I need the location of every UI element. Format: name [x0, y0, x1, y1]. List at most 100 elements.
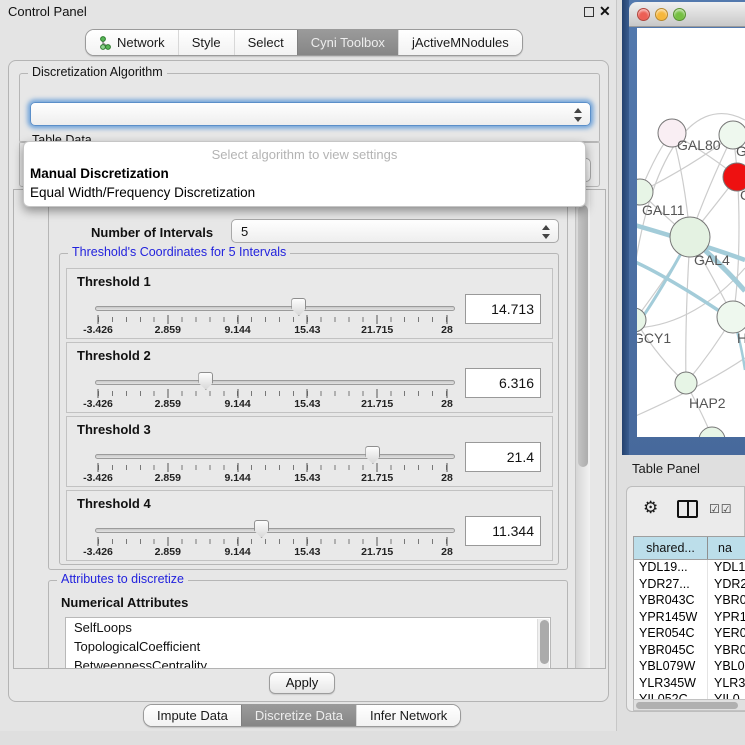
slider-thumb[interactable]: [254, 520, 269, 538]
threshold-label: Threshold 4: [77, 496, 151, 511]
network-edge: [733, 135, 739, 317]
table-horizontal-scrollbar[interactable]: [633, 699, 745, 711]
cell-name: YPR1: [708, 610, 745, 627]
tab-discretize-data[interactable]: Discretize Data: [241, 705, 356, 726]
tab-cyni-toolbox[interactable]: Cyni Toolbox: [297, 30, 398, 55]
settings-scrollbar-thumb[interactable]: [578, 205, 588, 467]
threshold-value-field[interactable]: 6.316: [465, 368, 541, 398]
cell-name: YDR2: [708, 577, 745, 594]
threshold-label: Threshold 3: [77, 422, 151, 437]
tick-label: 9.144: [224, 398, 250, 410]
network-node-label: GAL11: [642, 202, 685, 218]
table-row[interactable]: YBR043CYBR0: [634, 593, 745, 610]
threshold-value-field[interactable]: 11.344: [465, 516, 541, 546]
slider-ticks: [98, 463, 447, 472]
tab-style[interactable]: Style: [178, 30, 234, 55]
network-node[interactable]: [675, 372, 697, 394]
table-hscrollbar-thumb[interactable]: [636, 702, 738, 709]
tab-jactivemnodules[interactable]: jActiveMNodules: [398, 30, 522, 55]
algorithm-option-manual[interactable]: Manual Discretization: [24, 164, 585, 183]
tick-label: 9.144: [224, 472, 250, 484]
number-of-intervals-combobox[interactable]: 5: [231, 219, 559, 243]
cell-shared-name: YDR27...: [634, 577, 708, 594]
slider-track[interactable]: [95, 454, 455, 459]
list-item[interactable]: BetweennessCentrality: [66, 656, 550, 669]
zoom-traffic-light-icon[interactable]: [673, 8, 686, 21]
algorithm-combobox[interactable]: [30, 102, 591, 126]
network-node[interactable]: [670, 217, 710, 257]
float-panel-icon[interactable]: [584, 7, 594, 17]
cell-name: YBL0: [708, 659, 745, 676]
major-tick: [237, 389, 238, 398]
table-row[interactable]: YPR145WYPR1: [634, 610, 745, 627]
interval-definition-group: Interval Definition Number of Intervals …: [48, 198, 568, 570]
major-tick: [447, 463, 448, 472]
minor-ticks: [98, 465, 447, 470]
network-node-label: GCY1: [637, 330, 671, 346]
columns-icon[interactable]: [677, 500, 698, 518]
numerical-attributes-label: Numerical Attributes: [61, 595, 188, 610]
slider-track[interactable]: [95, 380, 455, 385]
cell-name: YBR0: [708, 643, 745, 660]
major-tick: [167, 537, 168, 546]
close-traffic-light-icon[interactable]: [637, 8, 650, 21]
slider-thumb[interactable]: [198, 372, 213, 390]
slider-thumb[interactable]: [291, 298, 306, 316]
threshold-panel: Threshold 4-3.4262.8599.14415.4321.71528…: [66, 490, 553, 561]
table-row[interactable]: YDR27...YDR2: [634, 577, 745, 594]
network-window-edge: [622, 0, 629, 455]
attributes-scrollbar[interactable]: [537, 619, 549, 669]
node-table: shared... na YDL19...YDL1YDR27...YDR2YBR…: [633, 536, 745, 701]
list-item[interactable]: SelfLoops: [66, 618, 550, 637]
major-tick: [307, 389, 308, 398]
slider-thumb[interactable]: [365, 446, 380, 464]
tick-label: -3.426: [83, 398, 113, 410]
table-row[interactable]: YLR345WYLR3: [634, 676, 745, 693]
column-header-shared-name[interactable]: shared...: [634, 537, 708, 559]
tab-infer-network[interactable]: Infer Network: [356, 705, 460, 726]
tick-label: -3.426: [83, 324, 113, 336]
table-body: YDL19...YDL1YDR27...YDR2YBR043CYBR0YPR14…: [634, 560, 745, 700]
numerical-attributes-list[interactable]: SelfLoopsTopologicalCoefficientBetweenne…: [65, 617, 551, 669]
tab-select[interactable]: Select: [234, 30, 297, 55]
network-node-label: GAL4: [694, 252, 730, 268]
slider-track[interactable]: [95, 306, 455, 311]
gear-icon[interactable]: ⚙: [643, 499, 658, 516]
column-header-name[interactable]: na: [708, 537, 745, 559]
control-panel-tabs: NetworkStyle Select Cyni ToolboxjActiveMNo…: [85, 29, 523, 56]
table-row[interactable]: YER054CYER0: [634, 626, 745, 643]
select-columns-checkboxes-icon[interactable]: ☑☑: [709, 502, 733, 516]
major-tick: [98, 389, 99, 398]
apply-button[interactable]: Apply: [269, 672, 335, 694]
network-edge: [686, 237, 690, 383]
table-row[interactable]: YDL19...YDL1: [634, 560, 745, 577]
network-node[interactable]: [699, 427, 725, 437]
tab-impute-data[interactable]: Impute Data: [144, 705, 241, 726]
cell-name: YER0: [708, 626, 745, 643]
settings-vertical-scrollbar[interactable]: [575, 190, 590, 668]
tab-network[interactable]: Network: [86, 30, 178, 55]
tick-label: -3.426: [83, 546, 113, 558]
tick-label: 21.715: [361, 546, 393, 558]
close-icon[interactable]: ✕: [599, 3, 611, 20]
slider-ticks: [98, 537, 447, 546]
major-tick: [307, 315, 308, 324]
slider-track[interactable]: [95, 528, 455, 533]
algorithm-option-equal-width[interactable]: Equal Width/Frequency Discretization: [24, 183, 585, 202]
table-row[interactable]: YBR045CYBR0: [634, 643, 745, 660]
tick-label: 2.859: [155, 324, 181, 336]
tick-label: 28: [441, 546, 453, 558]
table-row[interactable]: YBL079WYBL0: [634, 659, 745, 676]
list-item[interactable]: TopologicalCoefficient: [66, 637, 550, 656]
slider-tick-labels: -3.4262.8599.14415.4321.71528: [98, 472, 447, 484]
major-tick: [98, 463, 99, 472]
tab-label: Select: [248, 35, 284, 50]
network-canvas[interactable]: GAL80GACGAL11GAL4GCY1HHAP2: [637, 28, 745, 437]
threshold-value-field[interactable]: 21.4: [465, 442, 541, 472]
attributes-scrollbar-thumb[interactable]: [540, 620, 549, 664]
algorithm-dropdown-placeholder[interactable]: Select algorithm to view settings: [24, 145, 585, 164]
network-node[interactable]: [717, 301, 745, 333]
minimize-traffic-light-icon[interactable]: [655, 8, 668, 21]
threshold-value-field[interactable]: 14.713: [465, 294, 541, 324]
major-tick: [167, 389, 168, 398]
